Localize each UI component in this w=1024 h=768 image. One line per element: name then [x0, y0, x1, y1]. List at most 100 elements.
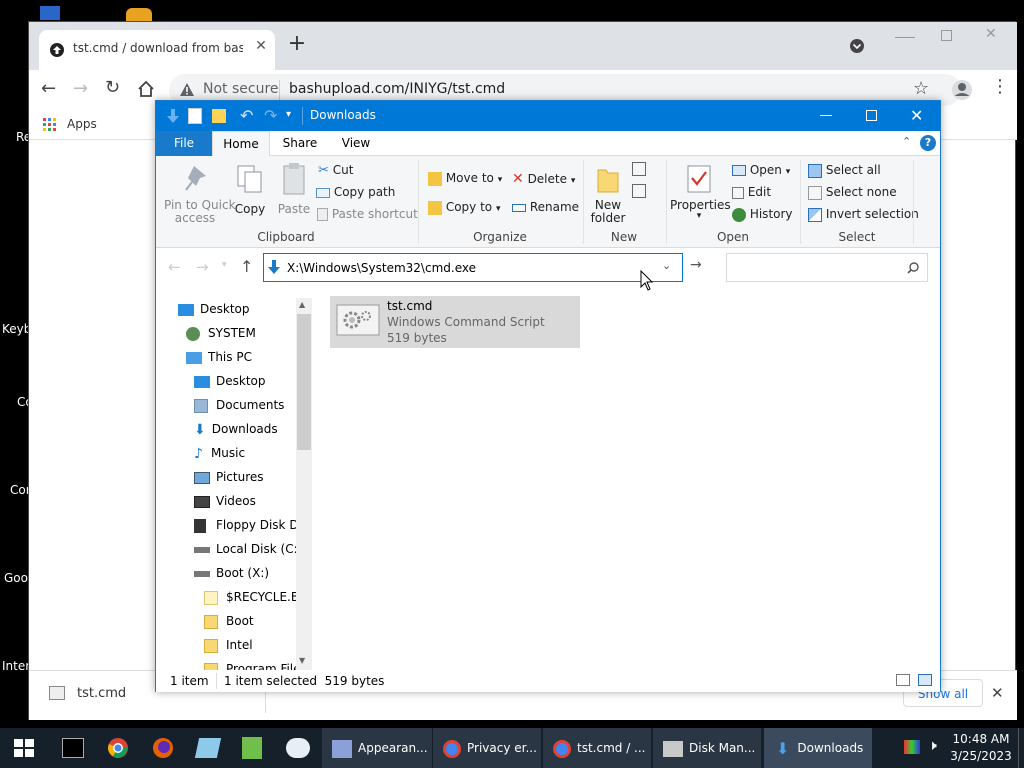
tree-item-this-pc[interactable]: This PC: [186, 346, 252, 368]
address-dropdown-icon[interactable]: ⌄: [662, 259, 671, 272]
search-box[interactable]: [726, 253, 928, 282]
tree-item-intel[interactable]: Intel: [204, 634, 253, 656]
tree-item-music[interactable]: ♪ Music: [194, 442, 245, 464]
maximize-icon[interactable]: [941, 30, 952, 41]
tree-item-desktop[interactable]: Desktop: [178, 298, 250, 320]
tree-item-desktop-pc[interactable]: Desktop: [194, 370, 266, 392]
color-tray-icon[interactable]: [904, 740, 920, 754]
move-to-button[interactable]: Move to ▾: [428, 171, 502, 186]
apps-bookmark[interactable]: Apps: [67, 117, 97, 131]
download-file-name[interactable]: tst.cmd: [77, 686, 126, 701]
taskbar-item-appearance[interactable]: Appearan...: [322, 728, 432, 768]
desktop-icon-firefox[interactable]: [126, 8, 152, 22]
redo-icon[interactable]: ↷: [264, 106, 277, 125]
taskbar-item-downloads[interactable]: ⬇ Downloads: [764, 728, 872, 768]
taskbar-item-disk-management[interactable]: Disk Man...: [653, 728, 761, 768]
edit-button[interactable]: Edit: [732, 185, 771, 199]
scroll-up-icon[interactable]: ▲: [299, 300, 305, 309]
warning-icon[interactable]: [179, 82, 195, 98]
invert-selection-button[interactable]: Invert selection: [808, 207, 919, 222]
tab-view[interactable]: View: [328, 131, 384, 156]
copy-button[interactable]: Copy: [230, 160, 270, 230]
forward-icon[interactable]: →: [73, 78, 88, 99]
paste-button[interactable]: Paste: [274, 160, 314, 230]
notepad-taskbar-icon[interactable]: [194, 738, 222, 758]
new-item-icon[interactable]: [632, 162, 646, 176]
tab-home[interactable]: Home: [212, 131, 270, 157]
file-item[interactable]: tst.cmd Windows Command Script 519 bytes: [330, 296, 580, 348]
tree-item-local-disk[interactable]: Local Disk (C:): [194, 538, 302, 560]
desktop-icon-recycle[interactable]: [40, 6, 60, 20]
new-folder-qat-icon[interactable]: [212, 109, 226, 123]
select-all-button[interactable]: Select all: [808, 163, 881, 178]
copy-path-button[interactable]: Copy path: [316, 185, 395, 199]
tab-share[interactable]: Share: [272, 131, 328, 156]
taskbar-item-privacy[interactable]: Privacy er...: [433, 728, 541, 768]
properties-qat-icon[interactable]: [188, 108, 202, 124]
tab-file[interactable]: File: [156, 131, 212, 156]
minimize-icon[interactable]: [895, 28, 915, 38]
forward-icon[interactable]: →: [196, 258, 209, 276]
new-tab-icon[interactable]: +: [287, 33, 307, 55]
help-icon[interactable]: ?: [920, 135, 936, 151]
show-desktop-button[interactable]: [1018, 728, 1019, 768]
easy-access-icon[interactable]: [632, 184, 646, 198]
editor-taskbar-icon[interactable]: [242, 737, 262, 759]
tree-item-program-files[interactable]: Program Files: [204, 658, 307, 670]
volume-muted-icon[interactable]: 🕨: [928, 738, 937, 754]
properties-button[interactable]: Properties ▾: [670, 160, 731, 230]
copy-to-button[interactable]: Copy to ▾: [428, 200, 501, 215]
bookmark-star-icon[interactable]: ☆: [913, 78, 929, 99]
close-tab-icon[interactable]: ✕: [253, 38, 269, 54]
windows-start-icon[interactable]: [14, 739, 34, 757]
close-download-bar-icon[interactable]: ✕: [991, 684, 1004, 702]
minimize-icon[interactable]: [820, 115, 832, 116]
go-arrow-icon[interactable]: →: [690, 257, 702, 273]
clock-date[interactable]: 3/25/2023: [950, 749, 1012, 763]
firefox-taskbar-icon[interactable]: [152, 737, 174, 759]
qat-dropdown-icon[interactable]: ▾: [286, 109, 291, 120]
chrome-taskbar-icon[interactable]: [107, 737, 129, 759]
tree-item-boot-drive[interactable]: Boot (X:): [194, 562, 269, 584]
close-icon[interactable]: ✕: [910, 106, 923, 125]
cmd-taskbar-icon[interactable]: [62, 738, 84, 758]
profile-icon[interactable]: [951, 79, 973, 101]
history-button[interactable]: History: [732, 207, 793, 222]
tree-item-system[interactable]: SYSTEM: [186, 322, 256, 344]
apps-grid-icon[interactable]: [43, 118, 57, 132]
tab-search-icon[interactable]: [849, 38, 865, 54]
tree-item-floppy[interactable]: Floppy Disk Dri: [194, 514, 307, 536]
recent-locations-icon[interactable]: ▾: [222, 260, 227, 270]
scroll-thumb[interactable]: [297, 314, 311, 450]
tree-item-downloads[interactable]: ⬇ Downloads: [194, 418, 278, 440]
cut-button[interactable]: ✂ Cut: [318, 163, 353, 178]
undo-icon[interactable]: ↶: [240, 106, 253, 125]
tiles-view-icon[interactable]: [918, 674, 932, 686]
scroll-down-icon[interactable]: ▼: [299, 656, 305, 665]
details-view-icon[interactable]: [896, 674, 910, 686]
taskbar-item-tst-cmd[interactable]: tst.cmd / ...: [543, 728, 651, 768]
tree-item-videos[interactable]: Videos: [194, 490, 256, 512]
select-none-button[interactable]: Select none: [808, 185, 897, 200]
maximize-icon[interactable]: [866, 110, 877, 121]
home-icon[interactable]: [137, 80, 155, 98]
close-window-icon[interactable]: ✕: [985, 26, 997, 42]
navigation-scrollbar[interactable]: ▲ ▼: [296, 298, 312, 670]
url-text[interactable]: bashupload.com/INIYG/tst.cmd: [289, 81, 505, 97]
address-bar[interactable]: X:\Windows\System32\cmd.exe ⌄: [263, 253, 683, 282]
tree-item-pictures[interactable]: Pictures: [194, 466, 264, 488]
open-button[interactable]: Open ▾: [732, 163, 790, 177]
chrome-tab[interactable]: tst.cmd / download from bashupload ✕: [39, 30, 275, 70]
paint-taskbar-icon[interactable]: [286, 738, 310, 758]
new-folder-button[interactable]: New folder: [588, 160, 628, 230]
tree-item-documents[interactable]: Documents: [194, 394, 284, 416]
collapse-ribbon-icon[interactable]: ⌃: [902, 135, 911, 148]
menu-dots-icon[interactable]: ⋮: [991, 78, 1009, 96]
tree-item-boot-folder[interactable]: Boot: [204, 610, 254, 632]
rename-button[interactable]: Rename: [512, 200, 579, 214]
up-icon[interactable]: ↑: [240, 257, 253, 276]
back-icon[interactable]: ←: [168, 258, 181, 276]
clock-time[interactable]: 10:48 AM: [950, 732, 1012, 746]
reload-icon[interactable]: ↻: [105, 77, 120, 98]
delete-button[interactable]: ✕ Delete ▾: [512, 171, 575, 187]
